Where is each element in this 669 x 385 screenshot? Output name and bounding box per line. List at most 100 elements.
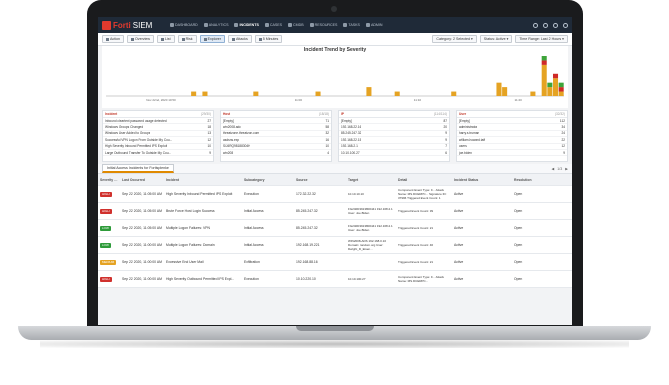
- severity-badge: HIGH: [100, 208, 112, 214]
- chart-bar[interactable]: [547, 82, 553, 88]
- chart-x-tick-label: 11:00: [295, 98, 303, 102]
- facet-count: (29/30): [200, 112, 211, 116]
- nav-item-incidents[interactable]: INCIDENTS: [234, 23, 259, 27]
- table-row[interactable]: HIGH Sep 22 2020, 11:05:00 AM High Severit…: [98, 186, 572, 203]
- settings-icon[interactable]: [553, 22, 558, 28]
- facet-count-value: 9: [445, 131, 447, 136]
- table-cell: Triggered Event Count: 46: [398, 243, 434, 247]
- table-cell: Sep 22 2020, 11:00:00 AM: [122, 243, 162, 247]
- chart-bar[interactable]: [394, 91, 400, 96]
- facet-count-value: 18: [207, 125, 211, 130]
- chart-bar[interactable]: [315, 91, 321, 96]
- table-row[interactable]: HIGH Sep 22 2020, 11:00:00 AM High Severit…: [98, 271, 572, 288]
- facet-count-value: 6: [445, 150, 447, 155]
- table-cell: Initial Access: [244, 209, 264, 213]
- prev-page-icon[interactable]: ◀: [551, 167, 554, 171]
- chart-bar[interactable]: [558, 91, 564, 96]
- facet-row[interactable]: win208 4: [221, 150, 331, 157]
- chart-bar[interactable]: [502, 87, 508, 96]
- table-row[interactable]: HIGH Sep 22 2020, 11:05:00 AM Brute Force …: [98, 203, 572, 220]
- toolbar-button-attacks[interactable]: Attacks: [227, 35, 252, 43]
- column-header[interactable]: Subcategory: [242, 177, 294, 183]
- screen: Forti SIEM DASHBOARD ANALYTICS INCIDENTS CAS…: [98, 17, 572, 325]
- alert-icon[interactable]: [543, 22, 548, 28]
- chart-bar[interactable]: [552, 73, 559, 79]
- nav-icon: [170, 23, 174, 27]
- facet-row[interactable]: 10.10.100.27 6: [339, 150, 449, 157]
- table-row[interactable]: LOW Sep 22 2020, 11:00:00 AM Multiple Logo…: [98, 237, 572, 254]
- toolbar-button-overview[interactable]: Overview: [127, 35, 154, 43]
- table-cell: Active: [454, 192, 464, 196]
- chart-bar[interactable]: [451, 91, 457, 96]
- chart-bar[interactable]: [202, 91, 208, 96]
- toolbar-filter-0[interactable]: Category: 2 Selected ▾: [432, 35, 477, 43]
- facet-row[interactable]: Large Outbound Transfer To Outside My Co…: [103, 150, 213, 157]
- toolbar-button-risk[interactable]: Risk: [177, 35, 197, 43]
- column-header[interactable]: Resolution: [512, 177, 572, 183]
- fortisiem-logo: Forti SIEM: [102, 20, 160, 30]
- facet-value: [Empty]: [223, 118, 234, 123]
- table-row[interactable]: MEDIUM Sep 22 2020, 11:00:00 AM Excessive …: [98, 254, 572, 271]
- chart-bar[interactable]: [541, 64, 547, 96]
- facet-value: joe.biden: [459, 150, 472, 155]
- chart-bar[interactable]: [541, 56, 547, 61]
- table-cell: Triggered Event Count: 39: [398, 209, 434, 213]
- table-cell: 192.168.19.221: [296, 243, 320, 247]
- chart-x-tick-label: Nov 22nd, 2020 10:50: [146, 98, 176, 102]
- toolbar-button-label: Attacks: [235, 37, 248, 41]
- column-header[interactable]: Incident Status: [452, 177, 512, 183]
- facet-header: Incident (29/30): [103, 111, 213, 118]
- toolbar-filter-1[interactable]: Status: Active ▾: [479, 35, 513, 43]
- nav-icon: [365, 23, 370, 27]
- column-header[interactable]: Last Occurred: [120, 177, 164, 183]
- nav-label: TASKS: [348, 23, 360, 27]
- column-header[interactable]: Target: [346, 177, 396, 183]
- nav-item-analytics[interactable]: ANALYTICS: [203, 23, 228, 27]
- chart-bar[interactable]: [191, 91, 197, 96]
- column-header[interactable]: Detail: [396, 177, 452, 183]
- tab-initial-access[interactable]: Initial Access Incidents for Fortisplenk…: [102, 164, 174, 173]
- nav-item-cases[interactable]: CASES: [264, 23, 282, 27]
- column-header[interactable]: Severity Category: [98, 177, 120, 183]
- facet-row[interactable]: joe.biden 9: [457, 150, 567, 157]
- nav-item-resources[interactable]: RESOURCES: [309, 23, 337, 27]
- help-icon[interactable]: [533, 22, 538, 28]
- table-cell: Active: [454, 209, 464, 213]
- chart-bar[interactable]: [558, 87, 564, 92]
- chart-bar[interactable]: [530, 91, 536, 96]
- facet-count-value: 9: [445, 137, 447, 142]
- severity-badge: HIGH: [100, 191, 112, 197]
- chart-svg: Nov 22nd, 2020 10:50 11:00 11:10 11:20: [106, 56, 564, 102]
- toolbar-filter-2[interactable]: Time Range: Last 2 Hours ▾: [515, 35, 568, 43]
- table-cell: Open: [514, 226, 523, 230]
- column-header[interactable]: Source: [294, 177, 346, 183]
- chart-bar[interactable]: [558, 82, 564, 88]
- chart-bar[interactable]: [552, 78, 559, 96]
- chart-bar[interactable]: [541, 60, 547, 65]
- chart-bar[interactable]: [253, 91, 259, 96]
- nav-item-tasks[interactable]: TASKS: [343, 23, 360, 27]
- chart-bar[interactable]: [496, 82, 502, 96]
- nav-item-cmdb[interactable]: CMDB: [288, 23, 304, 27]
- table-cell: FG240D3913800441 192.168.2.1 User: Joe.B…: [348, 207, 393, 215]
- table-row[interactable]: LOW Sep 22 2020, 11:05:00 AM Multiple Logo…: [98, 220, 572, 237]
- facet-count-value: 16: [325, 137, 329, 142]
- toolbar-button-list[interactable]: List: [156, 35, 175, 43]
- user-icon[interactable]: [563, 22, 568, 28]
- table-cell: Open: [514, 209, 523, 213]
- chart-bar[interactable]: [366, 87, 372, 96]
- next-page-icon[interactable]: ▶: [565, 167, 568, 171]
- toolbar-button-explorer[interactable]: Explorer: [199, 35, 225, 43]
- table-cell: Execution: [244, 192, 259, 196]
- table-cell: Open: [514, 260, 523, 264]
- nav-item-admin[interactable]: ADMIN: [365, 23, 383, 27]
- toolbar-button-5-minutes[interactable]: 5 Minutes: [254, 35, 283, 43]
- facet-value: william.howard.taft: [459, 137, 486, 142]
- incident-table: Severity CategoryLast OccurredIncidentSu…: [98, 174, 572, 288]
- column-header[interactable]: Incident: [164, 177, 242, 183]
- toolbar-button-action[interactable]: Action: [102, 35, 124, 43]
- table-cell: Multiple Logon Failures: VPN: [166, 226, 210, 230]
- nav-item-dashboard[interactable]: DASHBOARD: [170, 23, 198, 27]
- table-cell: LOW: [98, 242, 120, 249]
- chart-bar[interactable]: [547, 87, 553, 96]
